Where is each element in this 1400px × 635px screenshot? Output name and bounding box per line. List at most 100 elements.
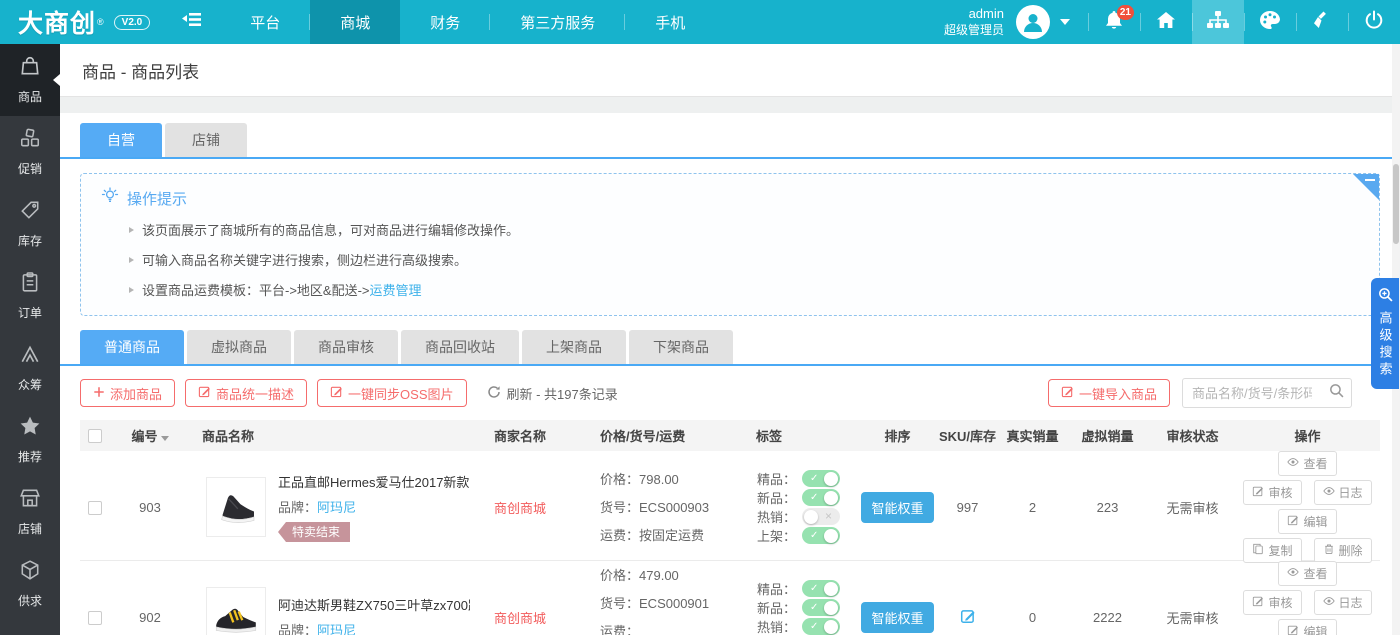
- copy-button[interactable]: 复制: [1243, 538, 1301, 563]
- edit-icon: [1252, 595, 1264, 610]
- tips-collapse-button[interactable]: [1353, 174, 1379, 200]
- menu-item-thirdparty[interactable]: 第三方服务: [490, 0, 625, 44]
- logo-registered-mark: ®: [97, 17, 104, 27]
- toggle-best[interactable]: [802, 470, 840, 487]
- table-row: 903 正品直邮Hermes爱马仕2017新款男鞋 时... 品牌：阿玛尼 特卖…: [80, 451, 1380, 561]
- delete-button[interactable]: 删除: [1314, 538, 1372, 563]
- tab-store[interactable]: 店铺: [165, 123, 247, 157]
- sidebar-item-inventory[interactable]: 库存: [0, 188, 60, 260]
- refresh-control[interactable]: 刷新 - 共197条记录: [487, 384, 618, 403]
- smart-weight-button[interactable]: 智能权重: [861, 602, 933, 633]
- brand-link[interactable]: 阿玛尼: [317, 623, 356, 635]
- shop-icon: [19, 487, 41, 514]
- advanced-search-button[interactable]: 高级搜索: [1371, 278, 1399, 389]
- sidebar-item-orders[interactable]: 订单: [0, 260, 60, 332]
- bullet-icon: [129, 257, 134, 263]
- sidebar-item-goods[interactable]: 商品: [0, 44, 60, 116]
- col-virtual-sales: 虚拟销量: [1065, 426, 1150, 445]
- menu-item-platform[interactable]: 平台: [220, 0, 310, 44]
- avatar[interactable]: [1016, 5, 1050, 39]
- sitemap-button[interactable]: [1192, 0, 1244, 44]
- merchant-name[interactable]: 商创商城: [470, 608, 570, 627]
- goods-id: 902: [110, 610, 190, 625]
- shipping-manage-link[interactable]: 运费管理: [370, 280, 422, 299]
- oss-sync-button[interactable]: 一键同步OSS图片: [317, 379, 466, 407]
- tips-line: 可输入商品名称关键字进行搜索，侧边栏进行高级搜索。: [129, 250, 1339, 269]
- tips-panel: 操作提示 该页面展示了商城所有的商品信息，可对商品进行编辑修改操作。 可输入商品…: [80, 173, 1380, 316]
- sidebar-item-recommend[interactable]: 推荐: [0, 404, 60, 476]
- import-goods-button[interactable]: 一键导入商品: [1048, 379, 1170, 407]
- tab-virtual-goods[interactable]: 虚拟商品: [187, 330, 291, 364]
- search-icon: [1329, 383, 1344, 403]
- home-button[interactable]: [1140, 0, 1192, 44]
- theme-button[interactable]: [1244, 0, 1296, 44]
- toggle-onsale[interactable]: [802, 527, 840, 544]
- tab-on-shelf[interactable]: 上架商品: [522, 330, 626, 364]
- search-button[interactable]: [1321, 379, 1351, 407]
- sidebar-item-crowdfunding[interactable]: 众筹: [0, 332, 60, 404]
- view-button[interactable]: 查看: [1278, 451, 1336, 476]
- merchant-name[interactable]: 商创商城: [470, 498, 570, 517]
- tab-self-operated[interactable]: 自营: [80, 123, 162, 157]
- log-button[interactable]: 日志: [1314, 480, 1372, 505]
- clear-cache-button[interactable]: [1296, 0, 1348, 44]
- tab-off-shelf[interactable]: 下架商品: [629, 330, 733, 364]
- user-dropdown-caret[interactable]: [1060, 19, 1070, 25]
- logout-button[interactable]: [1348, 0, 1400, 44]
- category-tabs: 普通商品 虚拟商品 商品审核 商品回收站 上架商品 下架商品: [60, 330, 1400, 364]
- menu-item-mall[interactable]: 商城: [310, 0, 400, 44]
- scrollbar-thumb[interactable]: [1393, 164, 1399, 244]
- plus-icon: [93, 386, 105, 401]
- sn-value: ECS000901: [639, 596, 709, 611]
- app-logo[interactable]: 大商创 ® V2.0: [0, 0, 164, 44]
- add-goods-button[interactable]: 添加商品: [80, 379, 175, 407]
- edit-button[interactable]: 编辑: [1278, 509, 1336, 534]
- menu-item-finance[interactable]: 财务: [400, 0, 490, 44]
- edit-icon: [198, 385, 211, 401]
- tab-recycle-bin[interactable]: 商品回收站: [401, 330, 519, 364]
- sidebar-item-stores[interactable]: 店铺: [0, 476, 60, 548]
- product-image[interactable]: [206, 587, 266, 635]
- audit-button[interactable]: 审核: [1243, 480, 1301, 505]
- col-price: 价格/货号/运费: [570, 426, 740, 445]
- sidebar-item-supply[interactable]: 供求: [0, 548, 60, 620]
- search-input[interactable]: [1183, 386, 1321, 401]
- eye-icon: [1287, 566, 1299, 581]
- select-all-checkbox[interactable]: [88, 429, 102, 443]
- notification-count-badge: 21: [1117, 5, 1134, 20]
- toggle-hot[interactable]: [802, 508, 840, 525]
- brand-link[interactable]: 阿玛尼: [317, 500, 356, 515]
- product-image[interactable]: [206, 477, 266, 537]
- row-checkbox[interactable]: [88, 501, 102, 515]
- product-name[interactable]: 阿迪达斯男鞋ZX750三叶草zx700跑步鞋...: [278, 595, 470, 614]
- batch-description-button[interactable]: 商品统一描述: [185, 379, 307, 407]
- edit-button[interactable]: 编辑: [1278, 619, 1336, 635]
- main-content: 商品 - 商品列表 自营 店铺 操作提示 该页面展示了商城所有的商品信息，可对商…: [60, 44, 1400, 635]
- toggle-new[interactable]: [802, 489, 840, 506]
- sku-edit-icon[interactable]: [960, 612, 976, 627]
- row-checkbox[interactable]: [88, 611, 102, 625]
- sidebar-item-promotion[interactable]: 促销: [0, 116, 60, 188]
- notifications-button[interactable]: 21: [1088, 0, 1140, 44]
- tab-normal-goods[interactable]: 普通商品: [80, 330, 184, 364]
- view-button[interactable]: 查看: [1278, 561, 1336, 586]
- logo-text: 大商创: [18, 4, 96, 40]
- menu-item-mobile[interactable]: 手机: [625, 0, 715, 44]
- edit-icon: [330, 385, 343, 401]
- smart-weight-button[interactable]: 智能权重: [861, 492, 933, 523]
- sidebar-collapse-button[interactable]: [164, 0, 220, 44]
- audit-button[interactable]: 审核: [1243, 590, 1301, 615]
- toggle-best[interactable]: [802, 580, 840, 597]
- product-name[interactable]: 正品直邮Hermes爱马仕2017新款男鞋 时...: [278, 472, 470, 491]
- log-button[interactable]: 日志: [1314, 590, 1372, 615]
- col-id[interactable]: 编号: [110, 426, 190, 445]
- content-sheet: 自营 店铺 操作提示 该页面展示了商城所有的商品信息，可对商品进行编辑修改操作。…: [60, 113, 1400, 635]
- virtual-sales: 2222: [1065, 610, 1150, 625]
- sale-ended-badge: 特卖结束: [278, 522, 350, 542]
- tab-goods-audit[interactable]: 商品审核: [294, 330, 398, 364]
- toggle-hot[interactable]: [802, 618, 840, 635]
- top-navbar: 大商创 ® V2.0 平台 商城 财务 第三方服务 手机 admin 超级管理员…: [0, 0, 1400, 44]
- cube-icon: [19, 559, 41, 586]
- sidebar: 商品 促销 库存 订单 众筹 推荐 店铺 供求: [0, 44, 60, 635]
- toggle-new[interactable]: [802, 599, 840, 616]
